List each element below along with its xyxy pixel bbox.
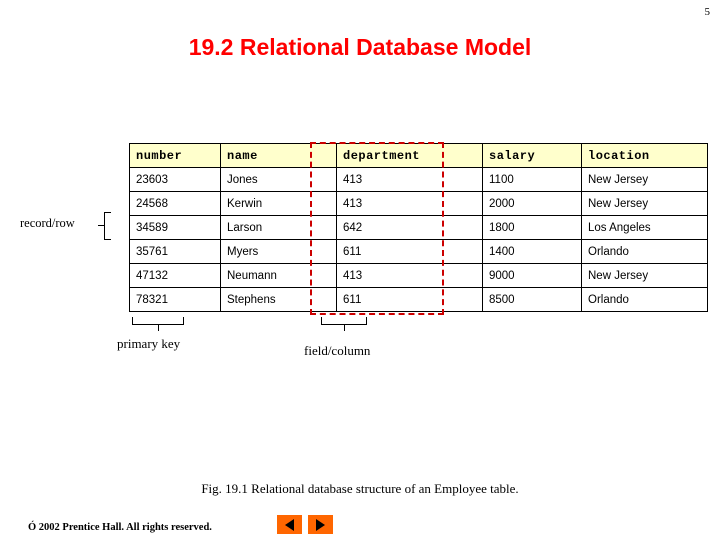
triangle-left-icon <box>285 518 294 531</box>
column-header-department: department <box>336 143 483 168</box>
cell-number: 34589 <box>129 215 221 240</box>
record-row-label: record/row <box>20 216 75 230</box>
cell-name: Neumann <box>220 263 337 288</box>
cell-department: 413 <box>336 191 483 216</box>
employee-table: number name department salary location 2… <box>129 143 708 312</box>
page-title: 19.2 Relational Database Model <box>188 34 532 60</box>
cell-location: New Jersey <box>581 191 708 216</box>
cell-department: 413 <box>336 167 483 192</box>
cell-department: 642 <box>336 215 483 240</box>
previous-slide-button[interactable] <box>277 515 302 534</box>
cell-location: Orlando <box>581 239 708 264</box>
cell-location: Los Angeles <box>581 215 708 240</box>
cell-number: 24568 <box>129 191 221 216</box>
cell-location: New Jersey <box>581 167 708 192</box>
cell-salary: 2000 <box>482 191 582 216</box>
cell-number: 23603 <box>129 167 221 192</box>
copyright-notice: Ó 2002 Prentice Hall. All rights reserve… <box>28 522 212 533</box>
cell-salary: 1100 <box>482 167 582 192</box>
cell-number: 35761 <box>129 239 221 264</box>
field-column-label: field/column <box>304 343 371 358</box>
column-header-name: name <box>220 143 337 168</box>
cell-location: Orlando <box>581 287 708 312</box>
cell-salary: 1800 <box>482 215 582 240</box>
record-row-bracket <box>98 212 111 240</box>
cell-name: Kerwin <box>220 191 337 216</box>
column-header-location: location <box>581 143 708 168</box>
figure-caption: Fig. 19.1 Relational database structure … <box>201 481 519 496</box>
table-row: 34589 Larson 642 1800 Los Angeles <box>129 215 708 240</box>
cell-salary: 9000 <box>482 263 582 288</box>
cell-salary: 1400 <box>482 239 582 264</box>
field-column-brace <box>321 317 367 331</box>
table-header-row: number name department salary location <box>129 143 708 168</box>
table-body: number name department salary location 2… <box>129 143 708 312</box>
next-slide-button[interactable] <box>308 515 333 534</box>
table-row: 35761 Myers 611 1400 Orlando <box>129 239 708 264</box>
cell-department: 611 <box>336 239 483 264</box>
employee-table-container: number name department salary location 2… <box>129 143 708 312</box>
primary-key-brace <box>132 317 184 331</box>
cell-name: Myers <box>220 239 337 264</box>
cell-name: Larson <box>220 215 337 240</box>
column-header-number: number <box>129 143 221 168</box>
primary-key-label: primary key <box>117 336 181 351</box>
cell-name: Jones <box>220 167 337 192</box>
cell-number: 78321 <box>129 287 221 312</box>
cell-name: Stephens <box>220 287 337 312</box>
slide-number: 5 <box>704 6 711 18</box>
column-header-salary: salary <box>482 143 582 168</box>
navigation-controls <box>277 515 333 534</box>
cell-department: 413 <box>336 263 483 288</box>
table-row: 47132 Neumann 413 9000 New Jersey <box>129 263 708 288</box>
cell-department: 611 <box>336 287 483 312</box>
cell-number: 47132 <box>129 263 221 288</box>
table-row: 24568 Kerwin 413 2000 New Jersey <box>129 191 708 216</box>
cell-salary: 8500 <box>482 287 582 312</box>
table-row: 23603 Jones 413 1100 New Jersey <box>129 167 708 192</box>
triangle-right-icon <box>316 518 325 531</box>
table-row: 78321 Stephens 611 8500 Orlando <box>129 287 708 312</box>
cell-location: New Jersey <box>581 263 708 288</box>
